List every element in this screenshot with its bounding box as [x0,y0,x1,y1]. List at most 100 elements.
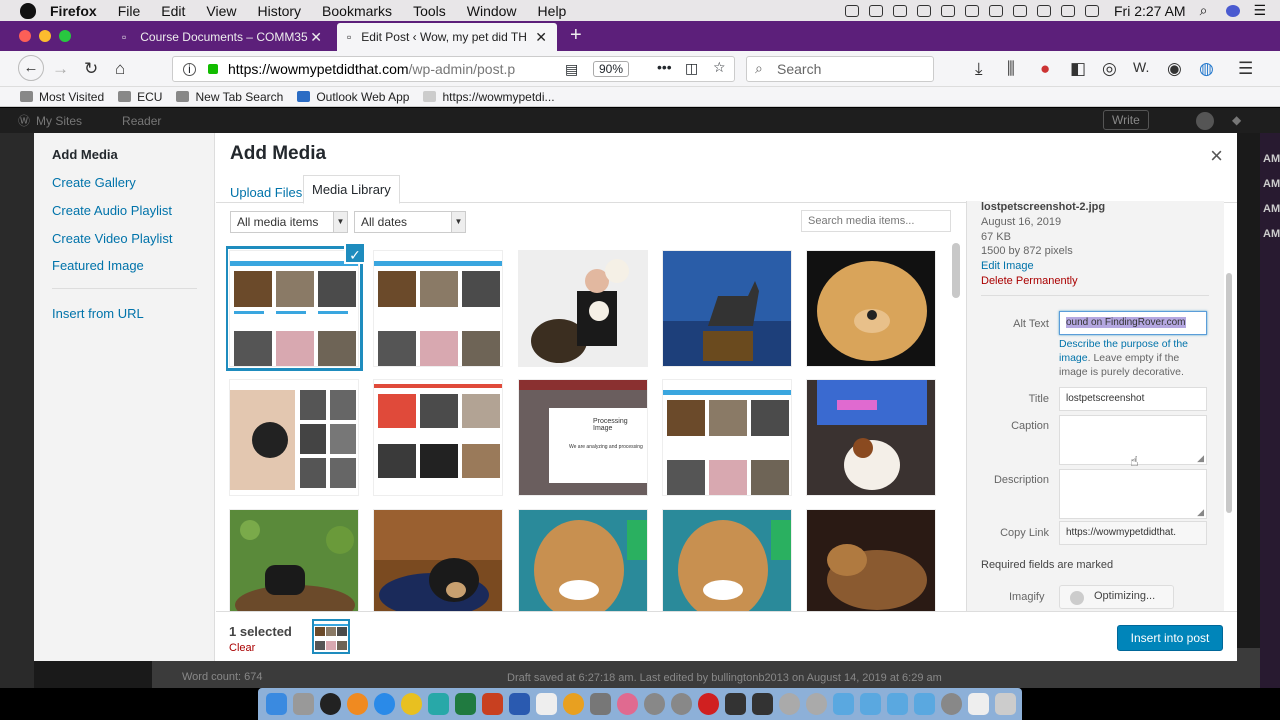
home-icon[interactable]: ⌂ [115,59,125,79]
menu-edit[interactable]: Edit [161,3,185,19]
chrome-icon[interactable] [401,693,423,715]
bookmark-outlook[interactable]: Outlook Web App [297,90,409,104]
safari-icon[interactable] [374,693,396,715]
game-center-icon[interactable] [779,693,801,715]
window-minimize-icon[interactable] [39,30,51,42]
firefox-icon[interactable] [347,693,369,715]
tab-media-library[interactable]: Media Library [303,175,400,204]
menu-history[interactable]: History [257,3,301,19]
optimizing-button[interactable]: Optimizing... [1059,585,1174,609]
downloads-folder-icon[interactable] [860,693,882,715]
siri-icon[interactable] [1226,4,1241,17]
create-audio-playlist-link[interactable]: Create Audio Playlist [52,203,172,218]
sidebar-heading[interactable]: Add Media [52,147,118,162]
finder-icon[interactable] [266,693,288,715]
media-thumbnail[interactable] [662,379,792,496]
media-thumbnail[interactable] [662,250,792,367]
reload-icon[interactable]: ↻ [84,59,98,79]
grammar-extension-icon[interactable]: ◍ [1199,59,1214,79]
menu-bookmarks[interactable]: Bookmarks [322,3,392,19]
media-thumbnail[interactable] [806,250,936,367]
help-icon-3[interactable] [941,693,963,715]
details-scrollbar[interactable] [1226,273,1232,513]
menu-file[interactable]: File [118,3,141,19]
wordpress-extension-icon[interactable]: W. [1133,59,1149,75]
media-date-filter[interactable]: All dates ▼ [354,211,466,233]
resize-handle-icon[interactable]: ◢ [1197,453,1204,464]
vpn-icon[interactable] [941,4,955,17]
apple-menu-icon[interactable] [20,2,36,19]
camera-icon[interactable] [845,4,859,17]
bluetooth-icon[interactable] [1037,4,1051,17]
siri-icon[interactable] [320,693,342,715]
title-input[interactable]: lostpetscreenshot [1059,387,1207,411]
create-gallery-link[interactable]: Create Gallery [52,175,136,190]
my-sites-link[interactable]: My Sites [36,114,82,128]
insert-from-url-link[interactable]: Insert from URL [52,306,144,321]
lync-icon[interactable] [428,693,450,715]
edit-image-link[interactable]: Edit Image [981,260,1034,272]
media-thumbnail[interactable] [226,246,363,371]
avatar[interactable] [1196,112,1214,130]
zoom-level[interactable]: 90% [593,61,630,77]
menu-help[interactable]: Help [538,3,567,19]
shield-icon[interactable] [965,4,979,17]
selection-thumbnail[interactable] [312,619,350,654]
account-icon[interactable]: ◉ [1167,59,1182,79]
clock[interactable]: Fri 2:27 AM [1114,3,1186,19]
creative-cloud-icon[interactable] [869,4,883,17]
remote-desktop-icon[interactable] [725,693,747,715]
hamburger-menu-icon[interactable]: ☰ [1238,59,1253,79]
info-icon[interactable]: i [183,62,196,76]
media-thumbnail[interactable] [373,379,503,496]
reader-view-icon[interactable]: ▤ [565,61,578,78]
copy-link-input[interactable]: https://wowmypetdidthat. [1059,521,1207,545]
notification-center-icon[interactable]: ☰ [1253,2,1266,19]
selected-check-icon[interactable]: ✓ [344,242,366,264]
extension-badge-icon[interactable]: ● [1040,59,1050,79]
spotlight-icon[interactable]: ⌕ [1200,2,1208,19]
window-close-icon[interactable] [19,30,31,42]
extension-icon[interactable]: ◎ [1102,59,1117,79]
search-field[interactable]: ⌕ Search [746,56,934,82]
no-entry-icon[interactable] [698,693,720,715]
media-thumbnail[interactable] [806,379,936,496]
wifi-icon[interactable] [1061,4,1075,17]
grid-scrollbar[interactable] [952,243,960,298]
media-type-filter[interactable]: All media items ▼ [230,211,348,233]
game-icon[interactable] [806,693,828,715]
reader-link[interactable]: Reader [122,114,161,128]
featured-image-link[interactable]: Featured Image [52,258,144,273]
backup-icon[interactable] [917,4,931,17]
sticky-icon[interactable] [563,693,585,715]
download-icon[interactable]: ⤓ [975,59,983,79]
folder-icon[interactable] [833,693,855,715]
media-thumbnail[interactable] [662,509,792,611]
word-icon[interactable] [509,693,531,715]
bookmark-new-tab-search[interactable]: New Tab Search [176,90,283,104]
clear-selection-link[interactable]: Clear [229,642,255,654]
window-zoom-icon[interactable] [59,30,71,42]
media-thumbnail[interactable] [373,250,503,367]
wordpress-logo-icon[interactable]: Ⓦ [18,112,30,129]
tab-edit-post[interactable]: ▫ Edit Post ‹ Wow, my pet did TH ✕ [337,23,557,51]
menu-tools[interactable]: Tools [413,3,446,19]
acrobat-icon[interactable] [752,693,774,715]
menu-view[interactable]: View [206,3,236,19]
applications-folder-icon[interactable] [887,693,909,715]
media-thumbnail[interactable] [518,509,648,611]
page-actions-icon[interactable]: ••• [657,59,672,75]
textedit-icon[interactable] [536,693,558,715]
battery-icon[interactable] [1085,4,1099,17]
help-icon-2[interactable] [671,693,693,715]
pocket-icon[interactable]: ◫ [685,60,698,77]
insert-into-post-button[interactable]: Insert into post [1117,625,1223,651]
documents-folder-icon[interactable] [914,693,936,715]
description-textarea[interactable]: ◢ [1059,469,1207,519]
close-icon[interactable]: × [1210,143,1223,169]
tab-course-documents[interactable]: ▫ Course Documents – COMM35 ✕ [112,23,332,51]
tab-close-icon[interactable]: ✕ [535,29,547,46]
forward-icon[interactable]: → [52,59,69,79]
media-thumbnail[interactable] [229,509,359,611]
pdf-icon[interactable] [968,693,990,715]
